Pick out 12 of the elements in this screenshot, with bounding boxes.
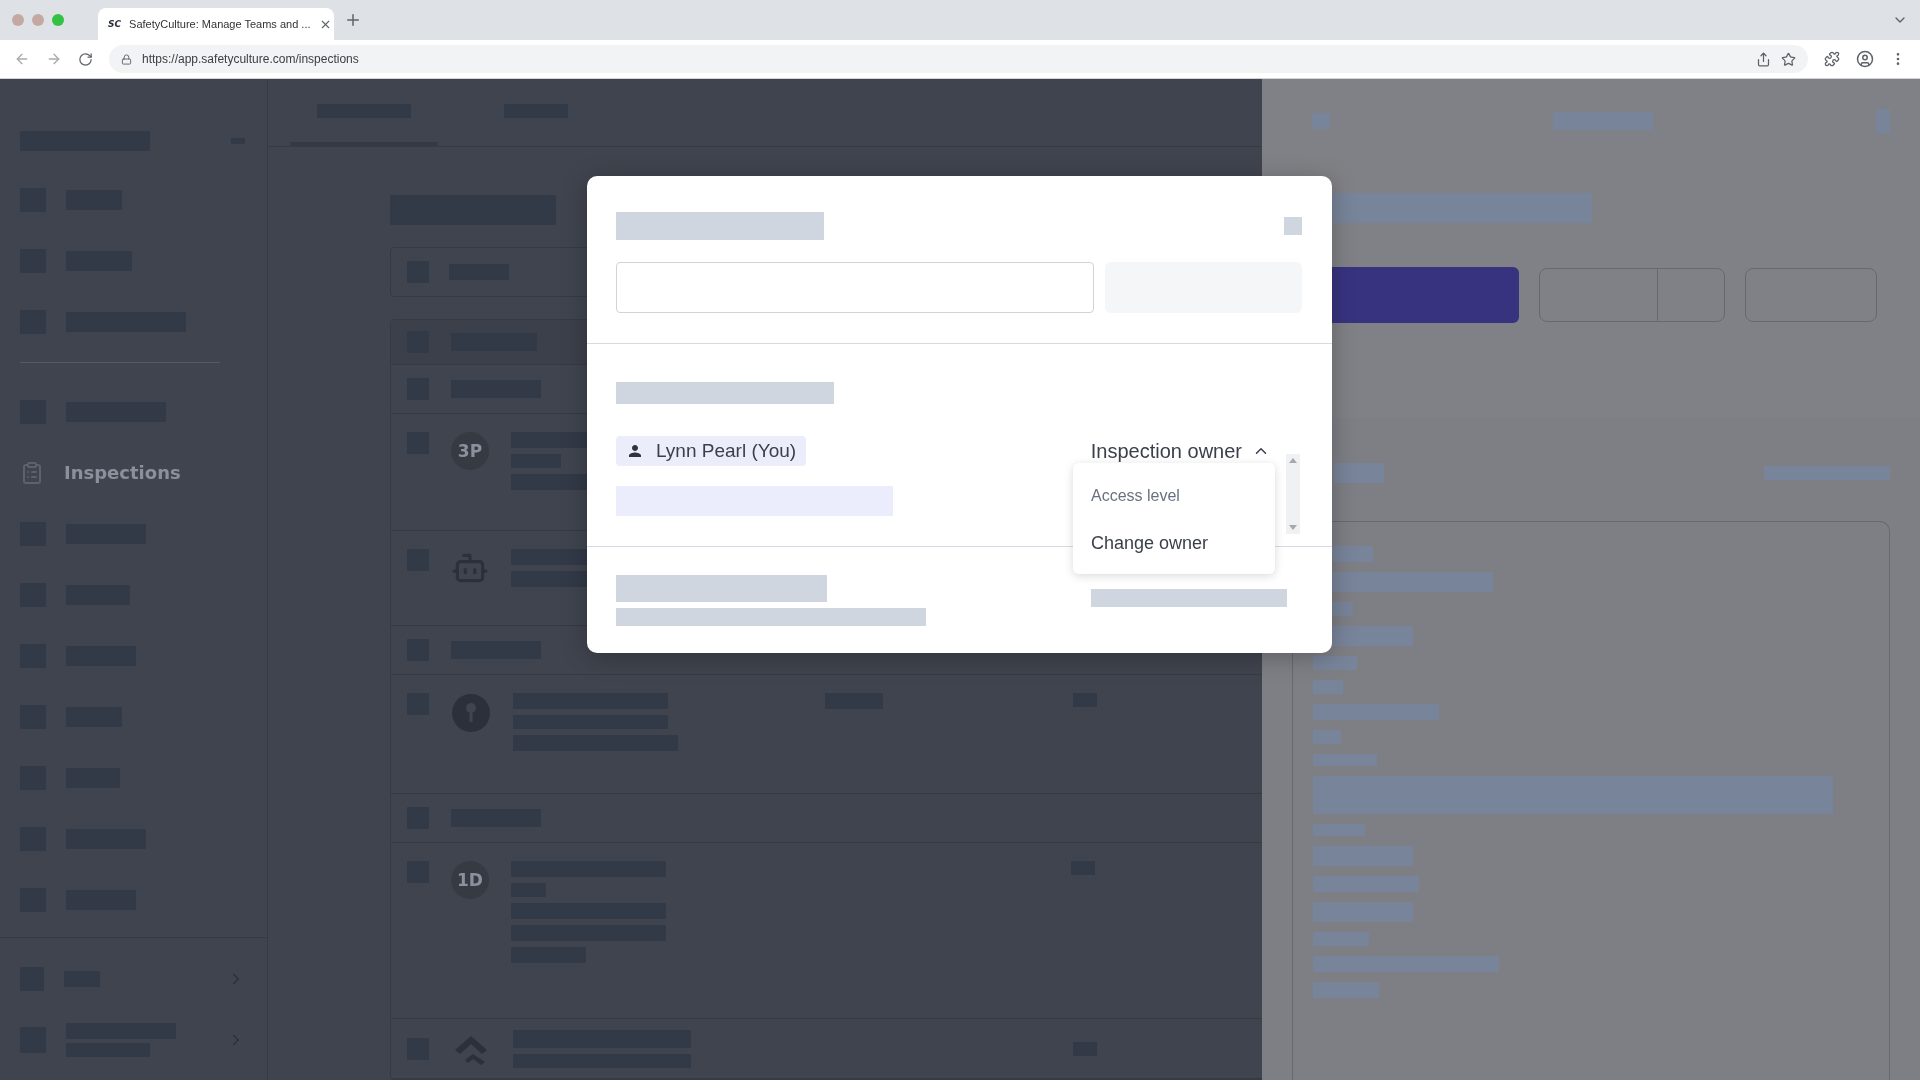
address-bar[interactable]: https://app.safetyculture.com/inspections — [109, 45, 1808, 73]
role-dropdown[interactable]: Inspection owner — [1090, 439, 1270, 463]
user-name: Lynn Pearl (You) — [656, 440, 797, 462]
menu-heading: Access level — [1090, 487, 1181, 505]
avatar: 1D — [451, 861, 489, 899]
user-chip[interactable]: Lynn Pearl (You) — [616, 436, 807, 466]
avatar: 3P — [451, 432, 489, 470]
menu-item[interactable]: Change owner — [1073, 533, 1275, 554]
browser-tab[interactable]: SC SafetyCulture: Manage Teams and ... — [98, 8, 334, 40]
url-text: https://app.safetyculture.com/inspections — [142, 52, 359, 66]
tab-title: SafetyCulture: Manage Teams and ... — [129, 18, 311, 30]
favicon: SC — [108, 19, 122, 29]
